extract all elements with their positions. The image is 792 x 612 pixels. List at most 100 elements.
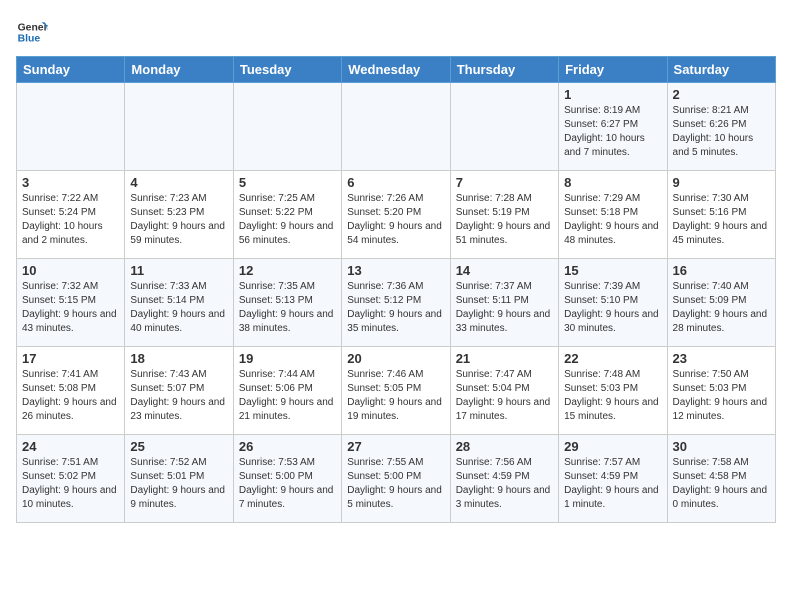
calendar-cell: 16 Sunrise: 7:40 AM Sunset: 5:09 PM Dayli… — [667, 259, 775, 347]
day-info: Sunrise: 7:47 AM Sunset: 5:04 PM Dayligh… — [456, 368, 553, 424]
calendar-cell: 29Sunrise: 7:57 AM Sunset: 4:59 PM Dayli… — [559, 435, 667, 523]
svg-text:Blue: Blue — [18, 34, 41, 45]
calendar-cell: 7 Sunrise: 7:28 AM Sunset: 5:19 PM Daylig… — [450, 171, 558, 259]
day-number: 14 — [456, 263, 553, 278]
calendar-cell — [125, 83, 233, 171]
calendar-cell: 28 Sunrise: 7:56 AM Sunset: 4:59 PM Dayli… — [450, 435, 558, 523]
calendar-cell: 23 Sunrise: 7:50 AM Sunset: 5:03 PM Dayli… — [667, 347, 775, 435]
day-number: 12 — [239, 263, 336, 278]
day-info: Sunrise: 7:35 AM Sunset: 5:13 PM Dayligh… — [239, 280, 336, 336]
day-number: 22 — [564, 351, 661, 366]
day-info: Sunrise: 7:32 AM Sunset: 5:15 PM Dayligh… — [22, 280, 119, 336]
day-number: 27 — [347, 439, 444, 454]
day-info: Sunrise: 7:51 AM Sunset: 5:02 PM Dayligh… — [22, 456, 119, 512]
day-info: Sunrise: 7:58 AM Sunset: 4:58 PM Dayligh… — [673, 456, 770, 512]
calendar-cell: 2Sunrise: 8:21 AM Sunset: 6:26 PM Daylig… — [667, 83, 775, 171]
calendar-cell: 22 Sunrise: 7:48 AM Sunset: 5:03 PM Dayli… — [559, 347, 667, 435]
calendar-cell: 13 Sunrise: 7:36 AM Sunset: 5:12 PM Dayli… — [342, 259, 450, 347]
day-info: Sunrise: 7:56 AM Sunset: 4:59 PM Dayligh… — [456, 456, 553, 512]
calendar-cell: 17 Sunrise: 7:41 AM Sunset: 5:08 PM Dayli… — [17, 347, 125, 435]
day-info: Sunrise: 7:29 AM Sunset: 5:18 PM Dayligh… — [564, 192, 661, 248]
calendar-cell: 21Sunrise: 7:47 AM Sunset: 5:04 PM Dayli… — [450, 347, 558, 435]
day-info: Sunrise: 7:46 AM Sunset: 5:05 PM Dayligh… — [347, 368, 444, 424]
day-number: 13 — [347, 263, 444, 278]
calendar-cell: 30 Sunrise: 7:58 AM Sunset: 4:58 PM Dayli… — [667, 435, 775, 523]
day-info: Sunrise: 7:53 AM Sunset: 5:00 PM Dayligh… — [239, 456, 336, 512]
day-number: 3 — [22, 175, 119, 190]
day-number: 2 — [673, 87, 770, 102]
day-header-saturday: Saturday — [667, 57, 775, 83]
calendar-cell: 14 Sunrise: 7:37 AM Sunset: 5:11 PM Dayli… — [450, 259, 558, 347]
calendar-cell: 27 Sunrise: 7:55 AM Sunset: 5:00 PM Dayli… — [342, 435, 450, 523]
calendar-week-4: 17 Sunrise: 7:41 AM Sunset: 5:08 PM Dayli… — [17, 347, 776, 435]
day-info: Sunrise: 7:22 AM Sunset: 5:24 PM Dayligh… — [22, 192, 119, 248]
day-number: 16 — [673, 263, 770, 278]
calendar-cell — [233, 83, 341, 171]
calendar-cell: 6 Sunrise: 7:26 AM Sunset: 5:20 PM Daylig… — [342, 171, 450, 259]
day-info: Sunrise: 7:33 AM Sunset: 5:14 PM Dayligh… — [130, 280, 227, 336]
calendar-cell: 25 Sunrise: 7:52 AM Sunset: 5:01 PM Dayli… — [125, 435, 233, 523]
day-info: Sunrise: 7:39 AM Sunset: 5:10 PM Dayligh… — [564, 280, 661, 336]
day-info: Sunrise: 7:25 AM Sunset: 5:22 PM Dayligh… — [239, 192, 336, 248]
day-info: Sunrise: 7:41 AM Sunset: 5:08 PM Dayligh… — [22, 368, 119, 424]
calendar-week-5: 24Sunrise: 7:51 AM Sunset: 5:02 PM Dayli… — [17, 435, 776, 523]
calendar-header-row: SundayMondayTuesdayWednesdayThursdayFrid… — [17, 57, 776, 83]
day-info: Sunrise: 7:28 AM Sunset: 5:19 PM Dayligh… — [456, 192, 553, 248]
calendar-cell: 26 Sunrise: 7:53 AM Sunset: 5:00 PM Dayli… — [233, 435, 341, 523]
calendar-cell: 9Sunrise: 7:30 AM Sunset: 5:16 PM Daylig… — [667, 171, 775, 259]
day-number: 28 — [456, 439, 553, 454]
day-number: 9 — [673, 175, 770, 190]
calendar-cell: 12 Sunrise: 7:35 AM Sunset: 5:13 PM Dayli… — [233, 259, 341, 347]
calendar-week-3: 10Sunrise: 7:32 AM Sunset: 5:15 PM Dayli… — [17, 259, 776, 347]
day-info: Sunrise: 7:37 AM Sunset: 5:11 PM Dayligh… — [456, 280, 553, 336]
calendar-cell: 19Sunrise: 7:44 AM Sunset: 5:06 PM Dayli… — [233, 347, 341, 435]
calendar-cell: 11 Sunrise: 7:33 AM Sunset: 5:14 PM Dayli… — [125, 259, 233, 347]
day-number: 23 — [673, 351, 770, 366]
day-header-friday: Friday — [559, 57, 667, 83]
day-info: Sunrise: 7:43 AM Sunset: 5:07 PM Dayligh… — [130, 368, 227, 424]
day-info: Sunrise: 7:52 AM Sunset: 5:01 PM Dayligh… — [130, 456, 227, 512]
calendar-week-1: 1 Sunrise: 8:19 AM Sunset: 6:27 PM Daylig… — [17, 83, 776, 171]
calendar-cell — [450, 83, 558, 171]
day-number: 1 — [564, 87, 661, 102]
calendar-cell — [17, 83, 125, 171]
calendar-cell: 24Sunrise: 7:51 AM Sunset: 5:02 PM Dayli… — [17, 435, 125, 523]
day-number: 4 — [130, 175, 227, 190]
day-number: 17 — [22, 351, 119, 366]
calendar-cell — [342, 83, 450, 171]
calendar-cell: 10Sunrise: 7:32 AM Sunset: 5:15 PM Dayli… — [17, 259, 125, 347]
calendar-table: SundayMondayTuesdayWednesdayThursdayFrid… — [16, 56, 776, 523]
calendar-cell: 3 Sunrise: 7:22 AM Sunset: 5:24 PM Daylig… — [17, 171, 125, 259]
day-info: Sunrise: 7:50 AM Sunset: 5:03 PM Dayligh… — [673, 368, 770, 424]
calendar-week-2: 3 Sunrise: 7:22 AM Sunset: 5:24 PM Daylig… — [17, 171, 776, 259]
logo: General Blue — [16, 16, 48, 48]
day-info: Sunrise: 8:19 AM Sunset: 6:27 PM Dayligh… — [564, 104, 661, 160]
day-info: Sunrise: 7:48 AM Sunset: 5:03 PM Dayligh… — [564, 368, 661, 424]
day-number: 5 — [239, 175, 336, 190]
day-number: 8 — [564, 175, 661, 190]
day-number: 26 — [239, 439, 336, 454]
day-info: Sunrise: 7:40 AM Sunset: 5:09 PM Dayligh… — [673, 280, 770, 336]
logo-icon: General Blue — [16, 16, 48, 48]
calendar-cell: 1 Sunrise: 8:19 AM Sunset: 6:27 PM Daylig… — [559, 83, 667, 171]
day-number: 11 — [130, 263, 227, 278]
calendar-cell: 4Sunrise: 7:23 AM Sunset: 5:23 PM Daylig… — [125, 171, 233, 259]
day-number: 18 — [130, 351, 227, 366]
svg-text:General: General — [18, 22, 48, 33]
day-number: 20 — [347, 351, 444, 366]
day-header-thursday: Thursday — [450, 57, 558, 83]
day-info: Sunrise: 7:26 AM Sunset: 5:20 PM Dayligh… — [347, 192, 444, 248]
day-number: 15 — [564, 263, 661, 278]
day-info: Sunrise: 7:36 AM Sunset: 5:12 PM Dayligh… — [347, 280, 444, 336]
day-info: Sunrise: 7:57 AM Sunset: 4:59 PM Dayligh… — [564, 456, 661, 512]
calendar-cell: 15 Sunrise: 7:39 AM Sunset: 5:10 PM Dayli… — [559, 259, 667, 347]
calendar-cell: 20 Sunrise: 7:46 AM Sunset: 5:05 PM Dayli… — [342, 347, 450, 435]
day-header-sunday: Sunday — [17, 57, 125, 83]
day-number: 6 — [347, 175, 444, 190]
calendar-cell: 8 Sunrise: 7:29 AM Sunset: 5:18 PM Daylig… — [559, 171, 667, 259]
day-info: Sunrise: 7:55 AM Sunset: 5:00 PM Dayligh… — [347, 456, 444, 512]
day-number: 7 — [456, 175, 553, 190]
calendar-cell: 5 Sunrise: 7:25 AM Sunset: 5:22 PM Daylig… — [233, 171, 341, 259]
day-number: 25 — [130, 439, 227, 454]
day-number: 30 — [673, 439, 770, 454]
